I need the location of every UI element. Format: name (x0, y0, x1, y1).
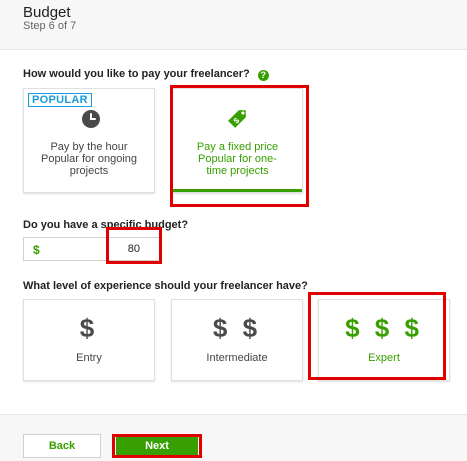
clock-icon (82, 110, 100, 128)
pay-hourly-sub2: projects (69, 165, 109, 177)
highlight-budget-value (106, 227, 162, 264)
back-button[interactable]: Back (23, 434, 101, 458)
experience-intermediate-card[interactable]: $ $ Intermediate (171, 299, 303, 381)
currency-symbol: $ (33, 243, 40, 257)
help-icon[interactable]: ? (257, 70, 269, 81)
pay-hourly-card[interactable]: POPULAR Pay by the hour Popular for ongo… (23, 88, 155, 193)
intermediate-dollar-icon: $ $ (212, 313, 262, 343)
highlight-next-button (112, 434, 202, 458)
intermediate-label: Intermediate (206, 352, 268, 364)
step-indicator: Step 6 of 7 (23, 20, 77, 32)
page-header: Budget Step 6 of 7 (0, 0, 467, 50)
payment-question: How would you like to pay your freelance… (23, 68, 269, 81)
popular-badge: POPULAR (28, 93, 92, 107)
page-title: Budget (23, 4, 71, 21)
experience-question: What level of experience should your fre… (23, 280, 308, 292)
highlight-fixed-price (170, 85, 309, 207)
pay-hourly-sub1: Popular for ongoing (40, 153, 137, 165)
entry-label: Entry (76, 352, 102, 364)
entry-dollar-icon: $ (79, 313, 99, 343)
pay-hourly-label: Pay by the hour (50, 141, 128, 153)
highlight-expert (308, 292, 446, 380)
payment-question-text: How would you like to pay your freelance… (23, 68, 250, 80)
experience-entry-card[interactable]: $ Entry (23, 299, 155, 381)
